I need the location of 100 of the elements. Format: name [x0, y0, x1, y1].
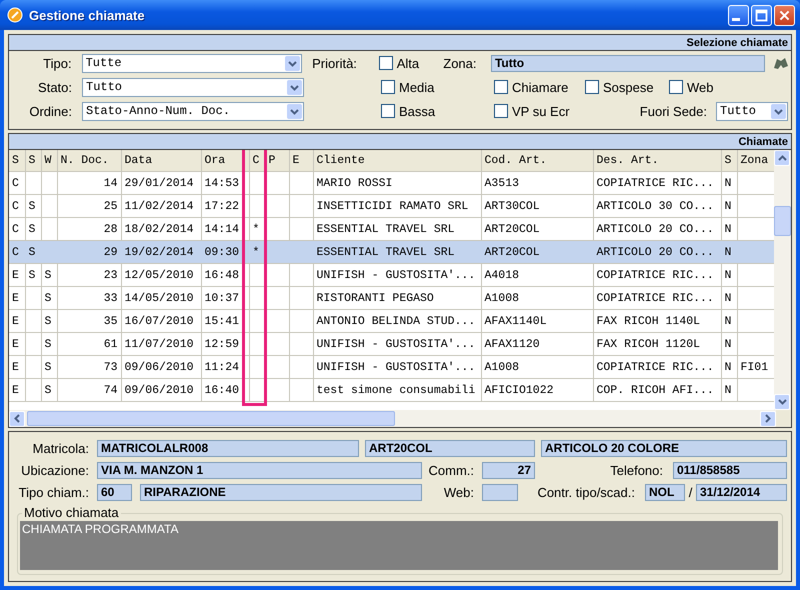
horizontal-scrollbar[interactable] [9, 410, 776, 427]
reason-text-area[interactable]: CHIAMATA PROGRAMMATA [20, 521, 778, 570]
table-cell: COPIATRICE RIC... [596, 292, 714, 304]
table-cell: 15:41 [204, 314, 240, 328]
chevron-down-icon [287, 80, 302, 94]
table-cell: COPIATRICE RIC... [596, 176, 714, 190]
dropdown-field[interactable]: Tutto [716, 102, 788, 120]
scroll-thumb[interactable] [774, 206, 791, 236]
table-cell: A4018 [484, 268, 520, 282]
field-label: Fuori Sede: [640, 104, 707, 118]
maximize-button[interactable] [751, 4, 772, 26]
field-label: Stato: [37, 80, 72, 94]
table-cell: N [724, 292, 732, 304]
table-cell: S [44, 292, 52, 304]
binoculars-icon [773, 56, 790, 70]
table-row[interactable]: E S S 23 12/05/2010 16:48 UNIFISH - GUSTOSITA'... A4018 COPIATRICE RIC... N [9, 264, 774, 286]
app-icon [7, 7, 23, 23]
table-row[interactable]: E S 73 09/06/2010 11:24 UNIFISH - GUSTOSITA'... A1008 COPIATRICE RIC... N FI01 [9, 356, 774, 378]
table-cell: ANTONIO BELINDA STUD... [316, 314, 476, 328]
column-header[interactable]: E [289, 150, 313, 172]
table-cell: E [12, 338, 19, 350]
window-title: Gestione chiamate [29, 8, 145, 22]
table-cell: S [44, 314, 52, 328]
table-cell: N [724, 384, 732, 396]
dropdown-field[interactable]: Tutto [82, 78, 304, 96]
checkbox[interactable]: Chiamare [494, 80, 585, 94]
checkbox[interactable]: Sospese [585, 80, 669, 94]
table-cell: N [724, 222, 732, 236]
dropdown-field[interactable]: Tutte [82, 54, 302, 72]
column-header[interactable]: Cod. Art. [481, 150, 593, 172]
dropdown-field[interactable]: Stato-Anno-Num. Doc. [82, 102, 304, 120]
serial-field: MATRICOLALR008 [97, 440, 359, 456]
table-cell: N [724, 268, 732, 282]
table-cell: UNIFISH - GUSTOSITA'... [316, 338, 476, 350]
table-cell: 18/02/2014 [124, 222, 194, 236]
checkbox[interactable]: Media [381, 80, 446, 94]
table-cell: UNIFISH - GUSTOSITA'... [316, 360, 476, 374]
column-header[interactable]: Ora [201, 150, 249, 172]
column-header[interactable]: S [9, 150, 25, 172]
table-cell: S [44, 268, 52, 282]
table-cell: 14 [104, 176, 118, 190]
table-cell: C [12, 200, 19, 212]
table-row[interactable]: C S 29 19/02/2014 09:30 * ESSENTIAL TRAVEL SRL ART20COL ARTICOLO 20 CO... N [9, 240, 774, 264]
chevron-down-icon [771, 104, 786, 118]
group-label: Motivo chiamata [22, 505, 121, 520]
table-cell: 11:24 [204, 360, 240, 374]
table-cell: RISTORANTI PEGASO [316, 292, 434, 304]
column-header[interactable]: Des. Art. [593, 150, 721, 172]
table-cell: 12:59 [204, 338, 240, 350]
table-row[interactable]: E S 74 09/06/2010 16:40 test simone consumabili AFICIO1022 COP. RICOH AFI... N [9, 378, 774, 402]
contract-type-field: NOL [645, 484, 685, 500]
call-type-field: RIPARAZIONE [140, 484, 422, 500]
field-label: Priorità: [312, 56, 358, 70]
field-label: Contr. tipo/scad.: [536, 484, 635, 500]
table-cell: A1008 [484, 292, 520, 304]
table-cell: AFICIO1022 [484, 384, 554, 396]
scroll-thumb[interactable] [27, 411, 395, 426]
column-header[interactable]: Cliente [313, 150, 481, 172]
column-header[interactable]: Zona [737, 150, 774, 172]
scroll-right-icon [765, 414, 771, 423]
table-cell: C [12, 246, 19, 258]
table-row[interactable]: E S 35 16/07/2010 15:41 ANTONIO BELINDA STUD... AFAX1140L FAX RICOH 1140L N [9, 310, 774, 332]
vertical-scrollbar[interactable] [774, 150, 791, 410]
table-cell: 09/06/2010 [124, 384, 194, 396]
table-cell: 16:40 [204, 384, 240, 396]
field-label: Ubicazione: [20, 462, 89, 478]
table-cell: FAX RICOH 1120L [596, 338, 700, 350]
table-cell: COPIATRICE RIC... [596, 360, 714, 374]
minimize-button[interactable] [728, 4, 749, 26]
table-row[interactable]: E S 61 11/07/2010 12:59 UNIFISH - GUSTOSITA'... AFAX1120 FAX RICOH 1120L N [9, 332, 774, 356]
column-header[interactable]: S [721, 150, 737, 172]
table-cell: ARTICOLO 20 CO... [596, 246, 714, 258]
comm-field: 27 [482, 462, 535, 478]
checkbox[interactable]: Bassa [381, 104, 446, 118]
checkbox[interactable]: Web [669, 80, 734, 94]
column-header[interactable]: N. Doc. [57, 150, 121, 172]
table-cell: 09:30 [204, 246, 240, 258]
separator-text: / [688, 484, 694, 500]
field-label: Web: [442, 484, 474, 500]
checkbox[interactable]: Alta [378, 56, 444, 70]
table-row[interactable]: E S 33 14/05/2010 10:37 RISTORANTI PEGASO A1008 COPIATRICE RIC... N [9, 286, 774, 310]
column-header[interactable]: S [25, 150, 41, 172]
column-header[interactable]: Data [121, 150, 201, 172]
table-row[interactable]: C 14 29/01/2014 14:53 MARIO ROSSI A3513 COPIATRICE RIC... N [9, 172, 774, 194]
location-field: VIA M. MANZON 1 [97, 462, 422, 478]
table-cell: N [724, 338, 732, 350]
table-cell: AFAX1120 [484, 338, 540, 350]
table-cell: 28 [104, 222, 118, 236]
table-cell: 23 [104, 268, 118, 282]
phone-field: 011/858585 [673, 462, 787, 478]
close-button[interactable] [774, 4, 795, 26]
column-header[interactable]: P [265, 150, 289, 172]
table-cell: 14:14 [204, 222, 240, 236]
table-row[interactable]: C S 25 11/02/2014 17:22 INSETTICIDI RAMATO SRL ART30COL ARTICOLO 30 CO... N [9, 194, 774, 218]
table-cell: E [12, 314, 19, 328]
column-header[interactable]: W [41, 150, 57, 172]
table-cell: S [28, 268, 36, 282]
table-cell: ARTICOLO 30 CO... [596, 200, 714, 212]
table-cell: 61 [104, 338, 118, 350]
checkbox[interactable]: VP su Ecr [494, 104, 570, 118]
